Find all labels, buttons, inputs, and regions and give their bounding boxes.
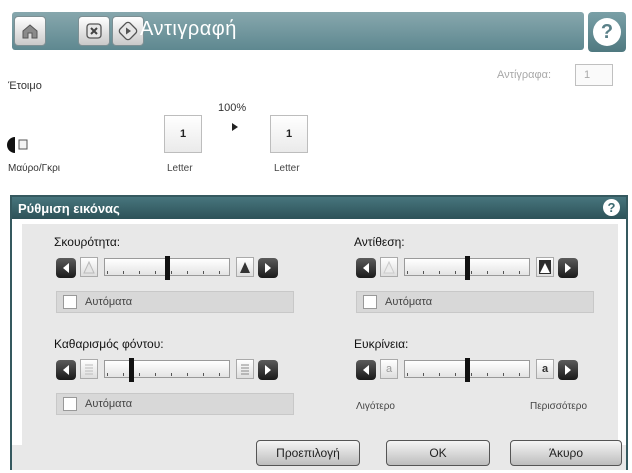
background-cleanup-decrease-button[interactable] bbox=[56, 360, 76, 380]
status-text: Έτοιμο bbox=[8, 80, 42, 92]
sharpness-increase-button[interactable] bbox=[558, 360, 578, 380]
darkness-auto-checkbox[interactable]: Αυτόματα bbox=[56, 291, 294, 313]
ok-button[interactable]: ΟΚ bbox=[386, 440, 490, 466]
default-button[interactable]: Προεπιλογή bbox=[256, 440, 360, 466]
checkbox-icon[interactable] bbox=[63, 295, 77, 309]
sharpness-slider-thumb[interactable] bbox=[465, 358, 470, 382]
color-mode-icon[interactable] bbox=[6, 134, 28, 156]
darkness-slider[interactable] bbox=[104, 256, 230, 280]
contrast-auto-label: Αυτόματα bbox=[385, 296, 433, 308]
home-icon bbox=[22, 24, 38, 39]
sharpness-max-label: Περισσότερο bbox=[530, 401, 588, 412]
color-mode-label: Μαύρο/Γκρι bbox=[8, 163, 61, 174]
darkness-auto-label: Αυτόματα bbox=[85, 296, 133, 308]
contrast-low-icon bbox=[380, 257, 398, 277]
dest-page-tile[interactable]: 1 bbox=[270, 115, 308, 153]
zoom-level: 100% bbox=[218, 102, 247, 114]
contrast-slider-thumb[interactable] bbox=[465, 256, 470, 280]
top-bar: Αντιγραφή ? bbox=[0, 0, 632, 56]
darkness-label: Σκουρότητα: bbox=[54, 235, 121, 249]
background-cleanup-increase-button[interactable] bbox=[258, 360, 278, 380]
panel-title: Ρύθμιση εικόνας bbox=[18, 201, 120, 216]
sharpness-low-icon: a bbox=[380, 359, 398, 379]
darkness-light-icon bbox=[80, 257, 98, 277]
panel-header: Ρύθμιση εικόνας ? bbox=[12, 197, 626, 219]
darkness-decrease-button[interactable] bbox=[56, 258, 76, 278]
contrast-auto-checkbox[interactable]: Αυτόματα bbox=[356, 291, 594, 313]
home-button[interactable] bbox=[14, 16, 46, 46]
sharpness-label: Ευκρίνεια: bbox=[354, 337, 409, 351]
dest-size: Letter bbox=[274, 163, 300, 174]
start-icon bbox=[118, 21, 138, 41]
background-dark-icon bbox=[236, 359, 254, 379]
stop-icon bbox=[86, 23, 102, 39]
copies-input[interactable]: 1 bbox=[575, 64, 613, 86]
copies-label: Αντίγραφα: bbox=[497, 69, 552, 81]
arrow-right-icon bbox=[232, 123, 238, 131]
background-cleanup-slider-thumb[interactable] bbox=[129, 358, 134, 382]
sharpness-decrease-button[interactable] bbox=[356, 360, 376, 380]
stop-button[interactable] bbox=[78, 16, 110, 46]
background-cleanup-auto-checkbox[interactable]: Αυτόματα bbox=[56, 393, 294, 415]
source-size: Letter bbox=[167, 163, 193, 174]
image-adjustment-panel: Ρύθμιση εικόνας ? Σκουρότητα: Αυτόματα Α… bbox=[10, 195, 628, 470]
contrast-decrease-button[interactable] bbox=[356, 258, 376, 278]
help-button[interactable]: ? bbox=[588, 12, 626, 52]
contrast-increase-button[interactable] bbox=[558, 258, 578, 278]
background-cleanup-auto-label: Αυτόματα bbox=[85, 398, 133, 410]
background-cleanup-label: Καθαρισμός φόντου: bbox=[54, 337, 164, 351]
sharpness-slider[interactable] bbox=[404, 358, 530, 382]
source-page-tile[interactable]: 1 bbox=[164, 115, 202, 153]
cancel-button[interactable]: Άκυρο bbox=[510, 440, 622, 466]
contrast-slider[interactable] bbox=[404, 256, 530, 280]
contrast-label: Αντίθεση: bbox=[354, 235, 405, 249]
checkbox-icon[interactable] bbox=[363, 295, 377, 309]
page-title: Αντιγραφή bbox=[140, 18, 237, 40]
darkness-slider-thumb[interactable] bbox=[165, 256, 170, 280]
darkness-dark-icon bbox=[236, 257, 254, 277]
background-cleanup-slider[interactable] bbox=[104, 358, 230, 382]
panel-body: Σκουρότητα: Αυτόματα Αντίθεση: Αυτόματα … bbox=[22, 224, 618, 446]
sharpness-min-label: Λιγότερο bbox=[356, 401, 395, 412]
checkbox-icon[interactable] bbox=[63, 397, 77, 411]
help-icon: ? bbox=[593, 18, 621, 46]
sharpness-high-icon: a bbox=[536, 359, 554, 379]
panel-help-icon[interactable]: ? bbox=[603, 199, 620, 216]
background-light-icon bbox=[80, 359, 98, 379]
darkness-increase-button[interactable] bbox=[258, 258, 278, 278]
contrast-high-icon bbox=[536, 257, 554, 277]
